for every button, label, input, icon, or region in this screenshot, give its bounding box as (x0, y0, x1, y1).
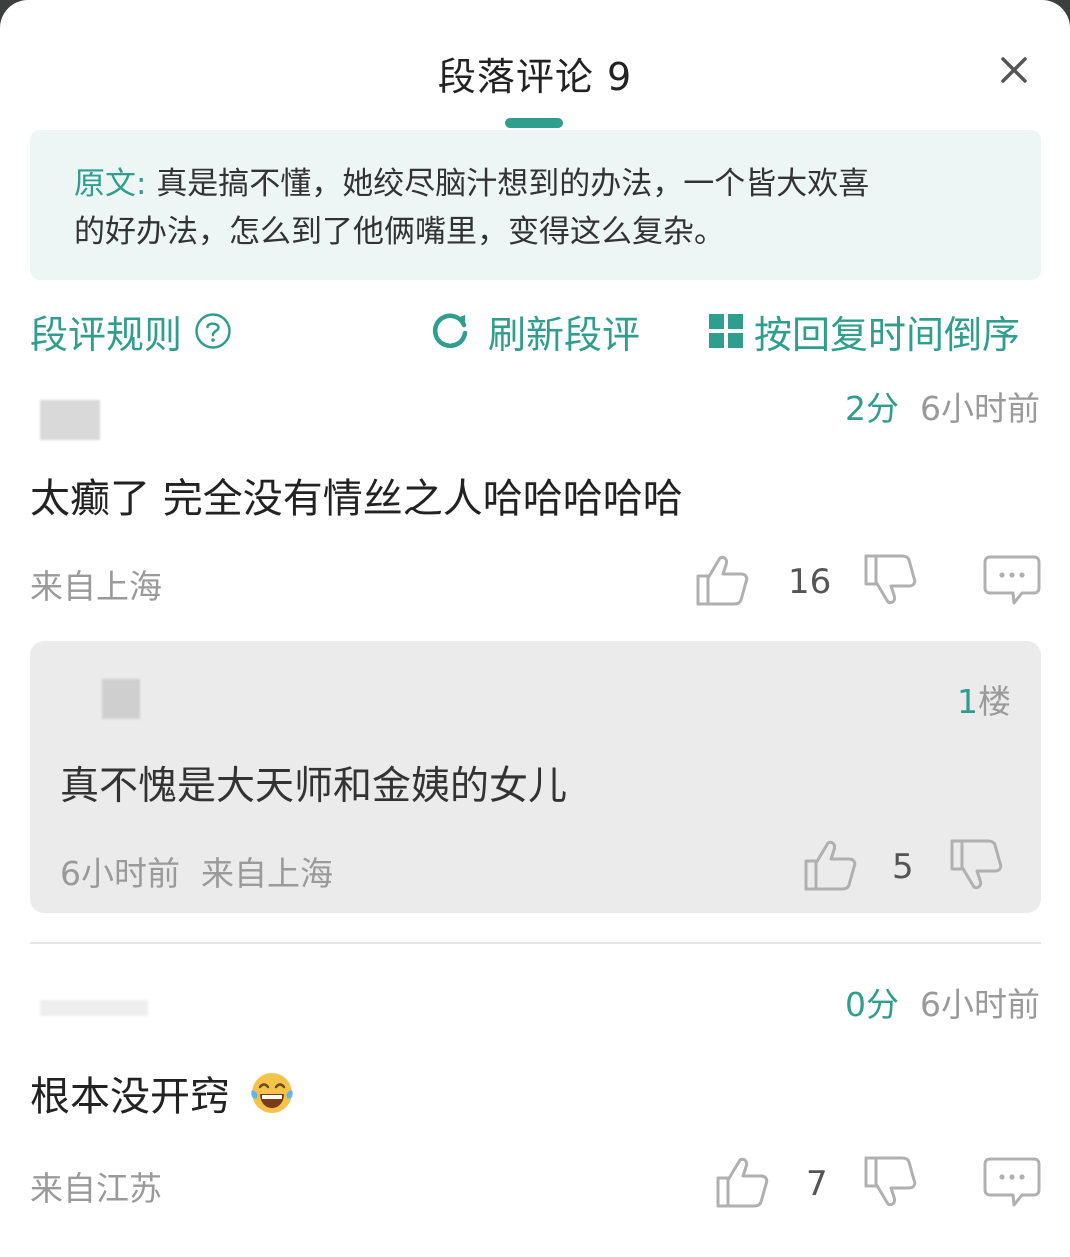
sort-label: 按回复时间倒序 (754, 312, 1021, 357)
comment-icon[interactable] (982, 554, 1042, 606)
thumbs-up-icon[interactable] (714, 1154, 770, 1210)
floor-suffix: 楼 (978, 682, 1011, 721)
sort-button[interactable]: 按回复时间倒序 (708, 303, 1020, 359)
divider (30, 942, 1041, 944)
score: 2分 (845, 389, 900, 428)
refresh-icon (432, 313, 468, 349)
comment-icon[interactable] (982, 1156, 1042, 1208)
thumbs-down-icon[interactable] (862, 1154, 918, 1210)
thumbs-down-icon[interactable] (862, 552, 918, 608)
location: 来自上海 (30, 567, 162, 606)
timestamp: 6小时前 (920, 389, 1040, 428)
original-line-1: 原文: 真是搞不懂，她绞尽脑汁想到的办法，一个皆大欢喜 (74, 160, 1001, 208)
reply-meta: 6小时前 来自上海 (60, 847, 333, 895)
like-count: 7 (806, 1164, 828, 1204)
reply-timestamp: 6小时前 (60, 854, 180, 893)
original-text-box: 原文: 真是搞不懂，她绞尽脑汁想到的办法，一个皆大欢喜 的好办法，怎么到了他俩嘴… (30, 130, 1041, 280)
rules-label: 段评规则 (30, 312, 183, 357)
thumbs-up-icon[interactable] (694, 552, 750, 608)
comment-meta: 2分 6小时前 (845, 382, 1040, 430)
reply-text: 真不愧是大天师和金姨的女儿 (60, 764, 568, 809)
avatar[interactable] (40, 400, 100, 440)
refresh-button[interactable]: 刷新段评 (428, 303, 640, 359)
thumbs-down-icon[interactable] (948, 837, 1004, 893)
toolbar: 段评规则 刷新段评 按回复时间倒序 (0, 303, 1070, 359)
like-count: 16 (788, 562, 832, 602)
reply-location: 来自上海 (200, 854, 333, 893)
page-title: 段落评论 9 (437, 55, 633, 99)
comment-text-content: 根本没开窍 (30, 1074, 230, 1120)
original-text: 真是搞不懂，她绞尽脑汁想到的办法，一个皆大欢喜 (156, 166, 870, 202)
rules-button[interactable]: 段评规则 (30, 303, 232, 359)
avatar[interactable] (40, 1000, 148, 1016)
reply-like-count: 5 (892, 847, 914, 887)
refresh-label: 刷新段评 (488, 312, 641, 357)
reply-avatar[interactable] (102, 679, 140, 719)
location: 来自江苏 (30, 1169, 162, 1208)
original-line-2: 的好办法，怎么到了他俩嘴里，变得这么复杂。 (74, 214, 725, 250)
comment-sheet: 段落评论 9 原文: 真是搞不懂，她绞尽脑汁想到的办法，一个皆大欢喜 的好办法，… (0, 0, 1070, 1257)
score: 0分 (845, 985, 900, 1024)
floor-number: 1楼 (957, 675, 1011, 723)
tab-indicator (505, 118, 563, 128)
thumbs-up-icon[interactable] (802, 837, 858, 893)
comment-text: 根本没开窍 (30, 1064, 295, 1122)
comment-meta: 0分 6小时前 (845, 978, 1040, 1026)
timestamp: 6小时前 (920, 985, 1040, 1024)
comment-text: 太癫了 完全没有情丝之人哈哈哈哈哈 (30, 476, 683, 522)
help-icon (195, 313, 231, 349)
close-icon[interactable] (996, 52, 1032, 88)
reply-box: 1楼 真不愧是大天师和金姨的女儿 6小时前 来自上海 5 (30, 641, 1041, 913)
original-label: 原文: (74, 166, 147, 202)
floor-num: 1 (957, 682, 978, 721)
grinning-tears-emoji (251, 1073, 293, 1113)
grid-icon (709, 314, 743, 348)
